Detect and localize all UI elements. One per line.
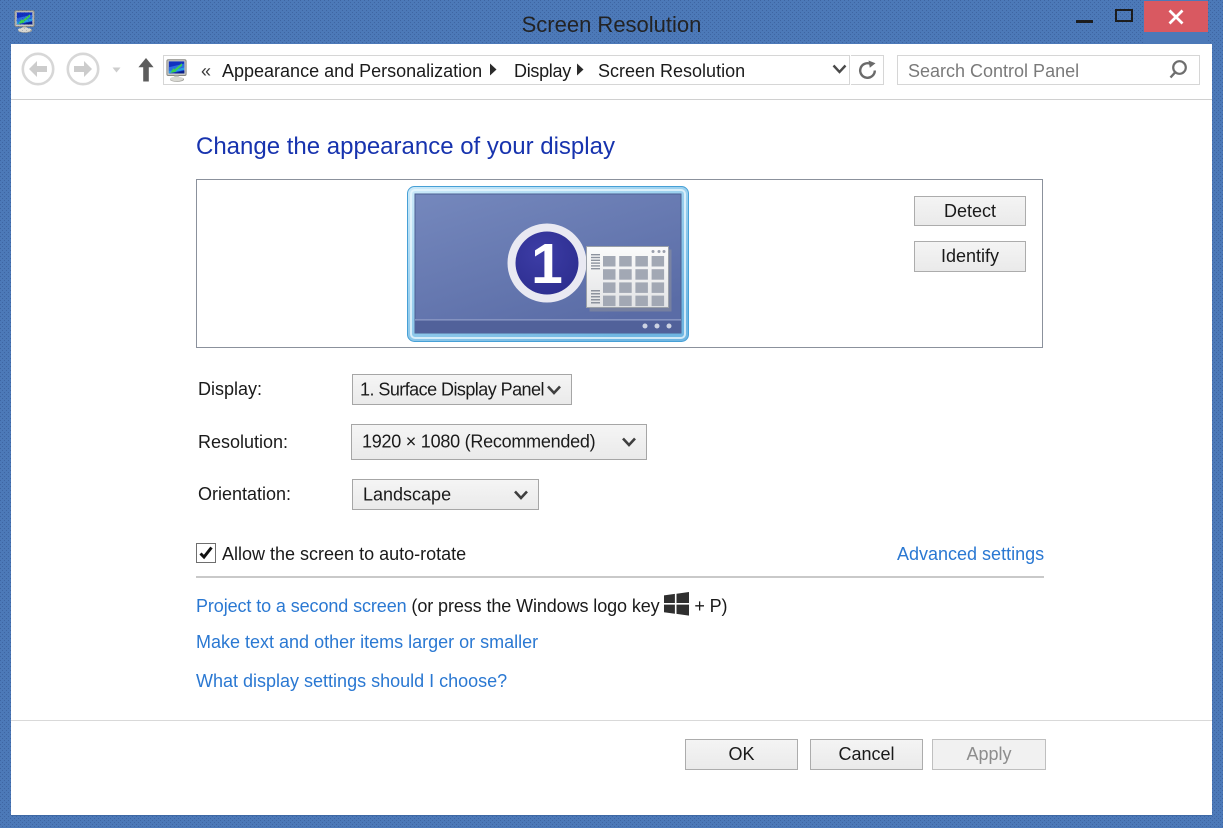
svg-text:1: 1 (531, 232, 563, 296)
